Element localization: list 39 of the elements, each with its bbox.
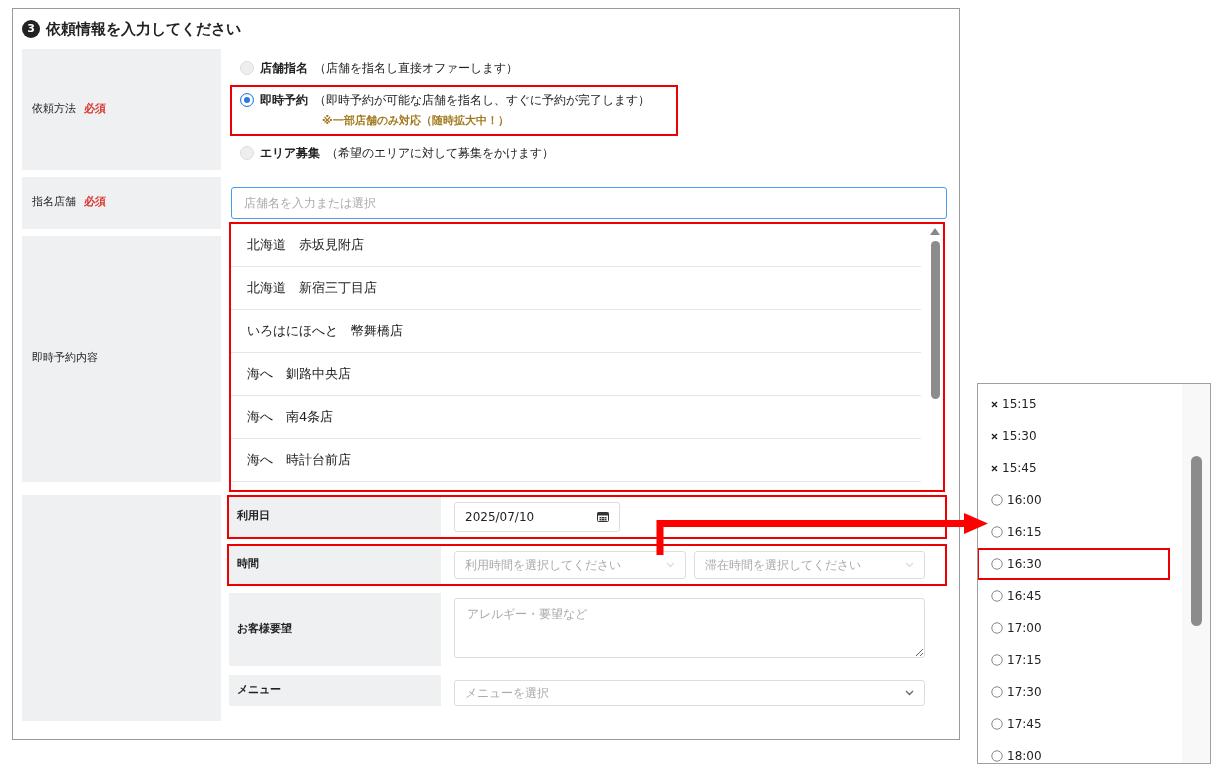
time-option[interactable]: 17:30 [1007, 683, 1042, 701]
option-label[interactable]: エリア募集 [260, 143, 320, 162]
field-label: 利用日 [229, 496, 441, 537]
option-description: （即時予約が可能な店舗を指名し、すぐに予約が完了します） [314, 92, 650, 109]
field-label: 指名店舗 [32, 194, 76, 211]
date-field[interactable]: 2025/07/10 [454, 501, 620, 532]
field-label: 依頼方法 [32, 101, 76, 117]
field-label: メニュー [229, 674, 441, 706]
section-title: 依頼情報を入力してください [46, 18, 241, 40]
option-note: ※一部店舗のみ対応（随時拡大中！） [322, 113, 510, 129]
time-option[interactable]: 15:30 [1002, 427, 1037, 445]
option-label[interactable]: 即時予約 [260, 91, 308, 109]
step-number-badge: 3 [22, 20, 40, 38]
field-label: 時間 [229, 545, 441, 584]
time-option[interactable]: 16:15 [1007, 523, 1042, 541]
store-option[interactable]: 北海道 赤坂見附店 [231, 223, 921, 267]
store-option[interactable]: いろはにほへと 幣舞橋店 [231, 309, 921, 353]
store-option[interactable]: 北海道 新宿三丁目店 [231, 266, 921, 310]
time-option[interactable]: 17:45 [1007, 715, 1042, 733]
option-label[interactable]: 店舗指名 [260, 59, 308, 77]
time-option[interactable]: 18:00 [1007, 747, 1042, 763]
time-option[interactable]: 17:00 [1007, 619, 1042, 637]
time-option[interactable]: 16:00 [1007, 491, 1042, 509]
time-option[interactable]: 17:15 [1007, 651, 1042, 669]
required-tag: 必須 [84, 101, 106, 118]
required-tag: 必須 [84, 194, 106, 211]
store-option[interactable]: 海へ 南4条店 [231, 395, 921, 439]
field-label: 即時予約内容 [32, 350, 98, 367]
time-option[interactable]: 16:30 [1007, 555, 1042, 573]
request-textarea[interactable]: アレルギー・要望など [454, 597, 925, 658]
field-label: お客様要望 [229, 592, 441, 666]
time-option[interactable]: 15:15 [1002, 395, 1037, 413]
store-search-field[interactable]: 店舗名を入力または選択 [231, 186, 947, 219]
store-option[interactable]: 海へ 時計台前店 [231, 438, 921, 482]
time-option[interactable]: 16:45 [1007, 587, 1042, 605]
store-option[interactable]: 海へ 釧路中央店 [231, 352, 921, 396]
option-description: （希望のエリアに対して募集をかけます） [326, 144, 554, 162]
option-description: （店舗を指名し直接オファーします） [314, 60, 518, 77]
time-option[interactable]: 15:45 [1002, 459, 1037, 477]
